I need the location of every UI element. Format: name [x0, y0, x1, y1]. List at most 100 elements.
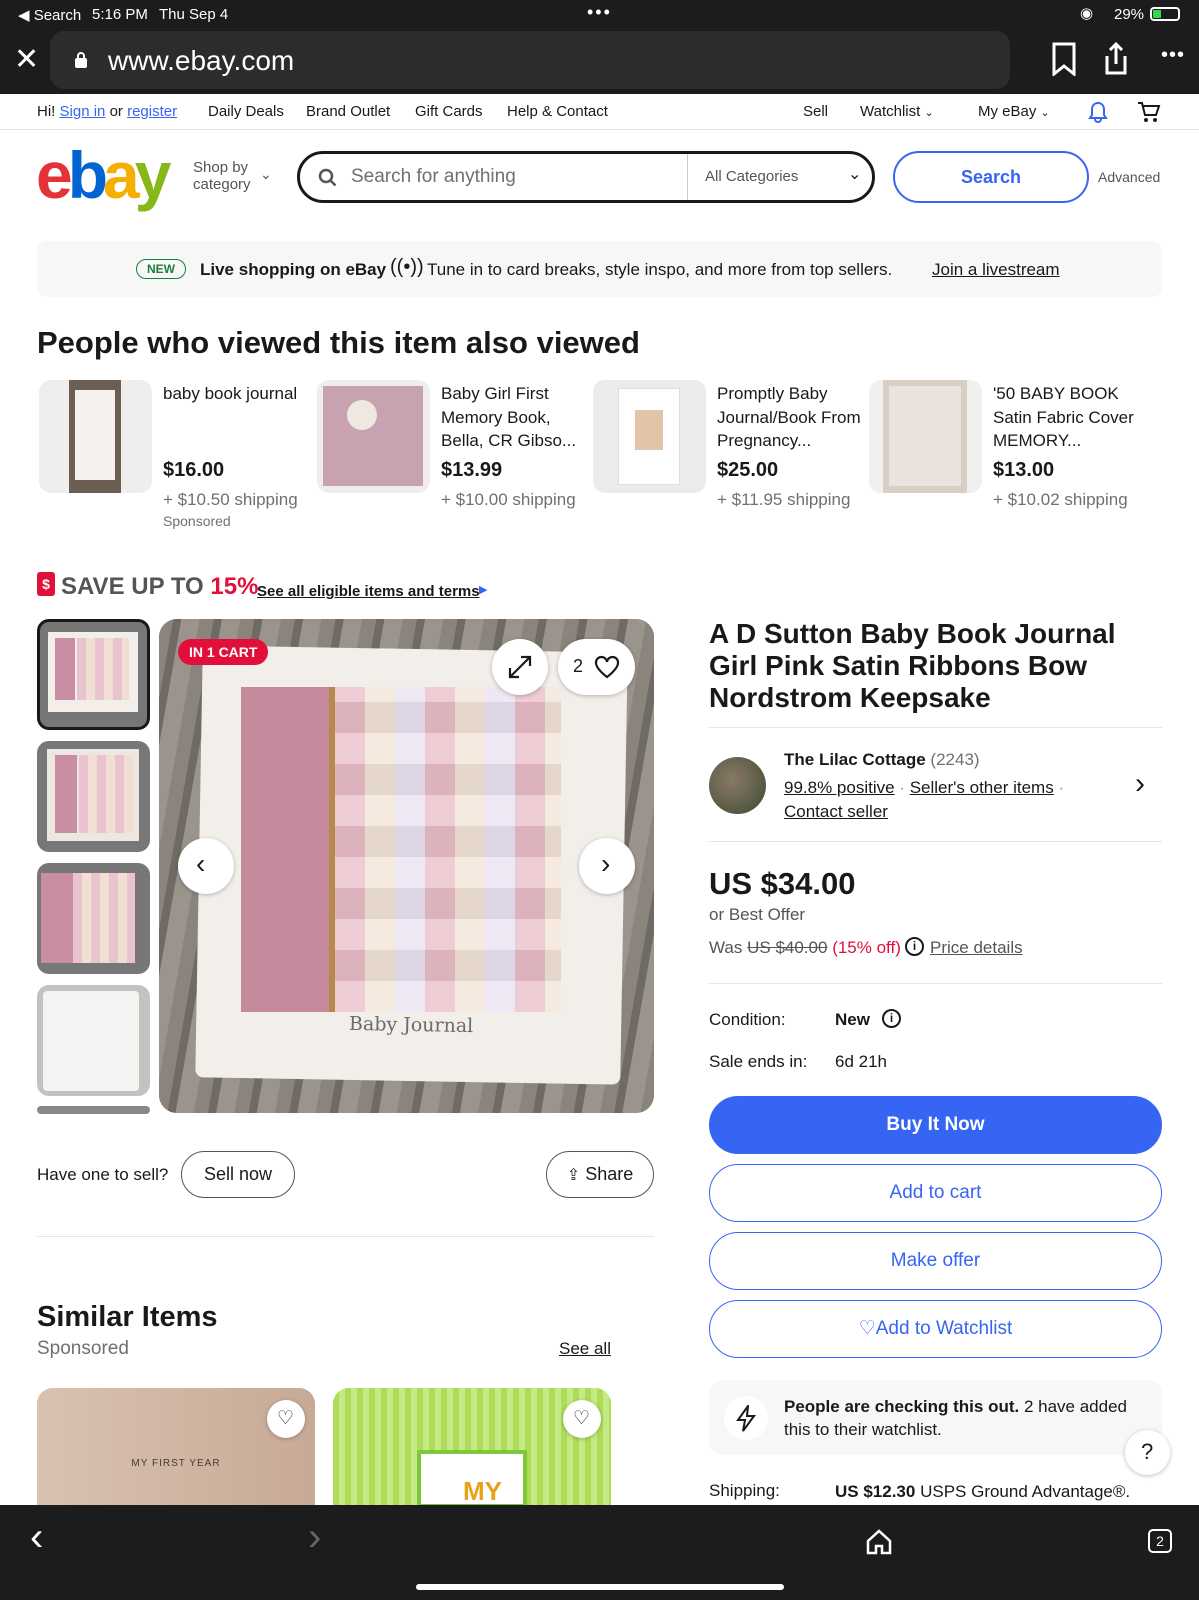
watch-button[interactable]: 2	[558, 639, 635, 695]
gallery-thumbnail-4[interactable]	[37, 985, 150, 1096]
similar-item-card[interactable]: MY ♡	[333, 1388, 611, 1508]
help-button[interactable]: ?	[1125, 1430, 1170, 1475]
or-text: or	[109, 103, 123, 120]
was-price-row: Was US $40.00 (15% off)	[709, 938, 901, 958]
close-icon[interactable]: ✕	[14, 42, 39, 77]
urgency-notice: People are checking this out. 2 have add…	[709, 1380, 1162, 1455]
next-image-button[interactable]: ›	[579, 838, 635, 894]
contact-seller-link[interactable]: Contact seller	[784, 802, 888, 822]
item-shipping: + $10.50 shipping	[163, 490, 298, 509]
back-arrow-icon[interactable]: ‹	[30, 1515, 43, 1560]
gallery-thumbnail-3[interactable]	[37, 863, 150, 974]
bookmark-icon[interactable]	[1051, 42, 1077, 76]
nav-daily-deals[interactable]: Daily Deals	[208, 103, 284, 120]
tabs-button[interactable]: 2	[1148, 1529, 1172, 1553]
urgency-bold: People are checking this out.	[784, 1397, 1020, 1416]
search-icon	[318, 168, 337, 187]
also-viewed-item[interactable]: baby book journal $16.00 + $10.50 shippi…	[39, 380, 309, 540]
watchlist-label: Watchlist	[860, 103, 921, 120]
nav-brand-outlet[interactable]: Brand Outlet	[306, 103, 390, 120]
status-back[interactable]: ◀ Search	[18, 6, 81, 24]
shipping-price: US $12.30	[835, 1482, 916, 1501]
nav-gift-cards[interactable]: Gift Cards	[415, 103, 483, 120]
divider	[709, 727, 1162, 728]
eligible-items-link[interactable]: See all eligible items and terms	[257, 583, 480, 600]
chevron-right-icon[interactable]: ›	[1135, 767, 1145, 801]
share-label: Share	[585, 1164, 634, 1184]
browser-toolbar: ✕ www.ebay.com •••	[0, 28, 1199, 94]
prev-image-button[interactable]: ‹	[178, 838, 234, 894]
category-select[interactable]: All Categories	[705, 168, 798, 185]
seller-name[interactable]: The Lilac Cottage	[784, 750, 926, 769]
multitask-dots-icon[interactable]: •••	[587, 2, 612, 23]
image-caption: Baby Journal	[348, 1012, 474, 1038]
home-icon[interactable]	[866, 1529, 892, 1555]
also-viewed-item[interactable]: Promptly Baby Journal/Book From Pregnanc…	[593, 380, 863, 540]
also-viewed-item[interactable]: Baby Girl First Memory Book, Bella, CR G…	[317, 380, 587, 540]
info-icon[interactable]: i	[905, 937, 924, 956]
shipping-suffix: ®.	[1112, 1482, 1131, 1501]
cart-icon[interactable]	[1137, 101, 1161, 123]
buy-it-now-button[interactable]: Buy It Now	[709, 1096, 1162, 1154]
register-link[interactable]: register	[127, 103, 177, 120]
price-details-link[interactable]: Price details	[930, 938, 1023, 958]
sale-ends-value: 6d 21h	[835, 1052, 887, 1071]
item-shipping: + $11.95 shipping	[717, 490, 851, 509]
battery-icon	[1150, 7, 1180, 21]
info-icon[interactable]: i	[882, 1009, 901, 1028]
save-percent: 15%	[210, 573, 259, 600]
nav-my-ebay[interactable]: My eBay ⌄	[978, 103, 1050, 120]
see-all-link[interactable]: See all	[559, 1339, 611, 1359]
add-to-watchlist-button[interactable]: ♡Add to Watchlist	[709, 1300, 1162, 1358]
divider	[37, 1236, 654, 1237]
gallery-thumbnail-1[interactable]	[37, 619, 150, 730]
new-badge: NEW	[136, 259, 186, 279]
positive-feedback-link[interactable]: 99.8% positive	[784, 778, 895, 797]
main-product-image[interactable]: Baby Journal IN 1 CART 2 ‹ ›	[159, 619, 654, 1113]
make-offer-button[interactable]: Make offer	[709, 1232, 1162, 1290]
watch-heart-button[interactable]: ♡	[563, 1400, 601, 1438]
watch-heart-button[interactable]: ♡	[267, 1400, 305, 1438]
share-icon: ⇪	[566, 1167, 581, 1184]
urgency-text: People are checking this out. 2 have add…	[784, 1395, 1144, 1441]
more-icon[interactable]: •••	[1161, 44, 1185, 67]
battery-percent: 29%	[1114, 6, 1145, 23]
bell-icon[interactable]	[1087, 101, 1109, 123]
shipping-info: US $12.30 USPS Ground Advantage®.	[835, 1482, 1130, 1502]
ebay-top-nav: Hi! Sign in or register Daily Deals Bran…	[0, 94, 1199, 130]
nav-watchlist[interactable]: Watchlist ⌄	[860, 103, 934, 120]
expand-button[interactable]	[492, 639, 548, 695]
sign-in-link[interactable]: Sign in	[60, 103, 106, 120]
nav-sell[interactable]: Sell	[803, 103, 828, 120]
similar-item-card[interactable]: MY FIRST YEAR ♡	[37, 1388, 315, 1508]
gallery-thumbnail-2[interactable]	[37, 741, 150, 852]
lightning-icon	[724, 1396, 768, 1440]
nav-help-contact[interactable]: Help & Contact	[507, 103, 608, 120]
gallery-thumbnail-5[interactable]	[37, 1106, 150, 1114]
share-button[interactable]: ⇪ Share	[546, 1151, 654, 1198]
shop-by-label: Shop by	[193, 159, 249, 176]
seller-avatar[interactable]	[709, 757, 766, 814]
search-button[interactable]: Search	[893, 151, 1089, 203]
shop-by-category[interactable]: Shop by category	[193, 159, 251, 193]
share-icon[interactable]	[1103, 42, 1129, 76]
item-title: Baby Girl First Memory Book, Bella, CR G…	[441, 384, 577, 450]
forward-arrow-icon[interactable]: ›	[308, 1515, 321, 1560]
sell-now-button[interactable]: Sell now	[181, 1151, 295, 1198]
banner-title: Live shopping on eBay	[200, 260, 387, 279]
live-shopping-banner: NEW Live shopping on eBay ((•)) Tune in …	[37, 241, 1162, 297]
advanced-search-link[interactable]: Advanced	[1098, 169, 1160, 185]
ebay-logo[interactable]: ebay	[36, 140, 171, 210]
play-arrow-icon: ▶	[479, 584, 488, 596]
search-bar: Search for anything All Categories ⌄	[297, 151, 875, 203]
discount-label: (15% off)	[832, 938, 901, 957]
join-livestream-link[interactable]: Join a livestream	[932, 260, 1060, 280]
chevron-right-icon: ›	[601, 848, 611, 879]
add-to-cart-button[interactable]: Add to cart	[709, 1164, 1162, 1222]
status-time: 5:16 PM	[92, 6, 148, 23]
search-input[interactable]: Search for anything	[351, 166, 516, 188]
also-viewed-item[interactable]: '50 BABY BOOK Satin Fabric Cover MEMORY.…	[869, 380, 1139, 540]
price: US $34.00	[709, 866, 856, 901]
seller-other-items-link[interactable]: Seller's other items	[910, 778, 1054, 797]
address-bar[interactable]: www.ebay.com	[50, 31, 1010, 89]
